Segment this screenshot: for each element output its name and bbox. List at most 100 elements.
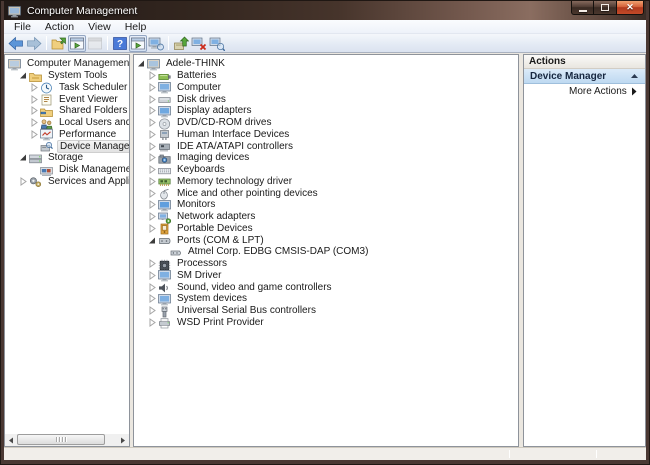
console-tree-item[interactable]: Services and Applications: [5, 176, 129, 188]
device-tree-item[interactable]: Human Interface Devices: [134, 129, 518, 141]
tree-item-label: Processors: [175, 258, 229, 269]
scroll-left-button[interactable]: [5, 434, 17, 446]
expand-arrow-icon[interactable]: [148, 71, 157, 80]
device-tree-item[interactable]: DVD/CD-ROM drives: [134, 117, 518, 129]
console-tree-item[interactable]: Performance: [5, 129, 129, 141]
export-list-button[interactable]: [50, 35, 68, 52]
console-tree-item[interactable]: System Tools: [5, 70, 129, 82]
expand-arrow-icon[interactable]: [30, 106, 39, 115]
title-bar[interactable]: Computer Management ✕: [4, 1, 646, 20]
horizontal-scrollbar[interactable]: [5, 434, 129, 446]
device-tree-item[interactable]: IDE ATA/ATAPI controllers: [134, 140, 518, 152]
console-button[interactable]: [147, 35, 165, 52]
device-tree-item[interactable]: Mice and other pointing devices: [134, 187, 518, 199]
expand-arrow-icon[interactable]: [148, 165, 157, 174]
device-tree-item[interactable]: Ports (COM & LPT): [134, 234, 518, 246]
expand-arrow-icon[interactable]: [148, 189, 157, 198]
actions-section-device-manager[interactable]: Device Manager: [524, 69, 645, 84]
expand-arrow-icon[interactable]: [148, 318, 157, 327]
device-tree-item[interactable]: Disk drives: [134, 93, 518, 105]
expand-arrow-icon[interactable]: [148, 212, 157, 221]
uninstall-button[interactable]: [190, 35, 208, 52]
menu-view[interactable]: View: [81, 20, 118, 34]
device-tree-item[interactable]: Portable Devices: [134, 223, 518, 235]
scrollbar-track[interactable]: [17, 434, 117, 446]
console-tree-item[interactable]: Local Users and Groups: [5, 117, 129, 129]
device-tree-item[interactable]: Keyboards: [134, 164, 518, 176]
local-users-icon: [40, 117, 54, 129]
menu-action[interactable]: Action: [38, 20, 81, 34]
device-tree-item[interactable]: WSD Print Provider: [134, 317, 518, 329]
device-tree-item[interactable]: Processors: [134, 258, 518, 270]
scan-for-hardware-changes-button[interactable]: [208, 35, 226, 52]
expand-arrow-icon[interactable]: [30, 130, 39, 139]
console-tree-item[interactable]: Disk Management: [5, 164, 129, 176]
console-tree-item[interactable]: Storage: [5, 152, 129, 164]
console-tree-item[interactable]: Device Manager: [5, 140, 129, 152]
expand-arrow-icon[interactable]: [148, 271, 157, 280]
collapse-arrow-icon[interactable]: [19, 71, 28, 80]
device-tree-item[interactable]: Memory technology driver: [134, 176, 518, 188]
device-tree-item[interactable]: System devices: [134, 293, 518, 305]
device-tree-item[interactable]: Network adapters: [134, 211, 518, 223]
back-button[interactable]: [7, 35, 25, 52]
computer-small-icon: [158, 269, 172, 281]
expand-arrow-icon[interactable]: [148, 177, 157, 186]
show-console-tree-button[interactable]: [68, 35, 86, 52]
device-tree-item[interactable]: SM Driver: [134, 270, 518, 282]
console-tree-item[interactable]: Event Viewer: [5, 93, 129, 105]
scroll-right-button[interactable]: [117, 434, 129, 446]
expand-arrow-icon[interactable]: [148, 83, 157, 92]
device-tree-item[interactable]: Monitors: [134, 199, 518, 211]
device-tree-item[interactable]: Atmel Corp. EDBG CMSIS-DAP (COM3): [134, 246, 518, 258]
expand-arrow-icon[interactable]: [148, 130, 157, 139]
expand-arrow-icon[interactable]: [19, 177, 28, 186]
console-tree-item[interactable]: Computer Management (Local: [5, 58, 129, 70]
expand-arrow-icon[interactable]: [148, 118, 157, 127]
expand-arrow-icon[interactable]: [148, 106, 157, 115]
device-tree-item[interactable]: Imaging devices: [134, 152, 518, 164]
collapse-arrow-icon[interactable]: [148, 236, 157, 245]
expand-arrow-icon[interactable]: [148, 259, 157, 268]
device-tree-item[interactable]: Display adapters: [134, 105, 518, 117]
event-viewer-icon: [40, 93, 54, 105]
update-driver-software-button[interactable]: [172, 35, 190, 52]
tree-item-label: WSD Print Provider: [175, 317, 266, 328]
console-tree-item[interactable]: Shared Folders: [5, 105, 129, 117]
help-button[interactable]: ?: [111, 35, 129, 52]
device-tree-item[interactable]: Universal Serial Bus controllers: [134, 305, 518, 317]
menu-help[interactable]: Help: [118, 20, 154, 34]
expand-arrow-icon[interactable]: [148, 224, 157, 233]
tree-item-label: Storage: [46, 152, 85, 163]
device-tree-item[interactable]: Sound, video and game controllers: [134, 281, 518, 293]
device-tree-item[interactable]: Batteries: [134, 70, 518, 82]
collapse-arrow-icon[interactable]: [137, 59, 146, 68]
expand-arrow-icon[interactable]: [148, 294, 157, 303]
forward-button[interactable]: [25, 35, 43, 52]
properties-button[interactable]: [86, 35, 104, 52]
collapse-arrow-icon[interactable]: [19, 153, 28, 162]
more-actions-item[interactable]: More Actions: [524, 84, 645, 99]
expand-arrow-icon[interactable]: [148, 153, 157, 162]
expand-arrow-icon[interactable]: [148, 306, 157, 315]
expand-arrow-icon[interactable]: [30, 95, 39, 104]
expand-arrow-icon[interactable]: [148, 200, 157, 209]
expand-arrow-icon[interactable]: [30, 83, 39, 92]
device-tree-item[interactable]: Computer: [134, 82, 518, 94]
expand-arrow-icon[interactable]: [30, 118, 39, 127]
chevron-up-icon[interactable]: [630, 73, 639, 79]
expand-arrow-icon[interactable]: [148, 95, 157, 104]
expand-arrow-icon[interactable]: [148, 142, 157, 151]
tree-item-label: Human Interface Devices: [175, 129, 291, 140]
menu-file[interactable]: File: [7, 20, 38, 34]
expand-arrow-icon[interactable]: [148, 283, 157, 292]
console-tree-item[interactable]: Task Scheduler: [5, 82, 129, 94]
close-button[interactable]: ✕: [617, 1, 644, 15]
dvd-drive-icon: [158, 117, 172, 129]
minimize-button[interactable]: [571, 1, 594, 15]
show-action-pane-button[interactable]: [129, 35, 147, 52]
device-tree-item[interactable]: Adele-THINK: [134, 58, 518, 70]
maximize-button[interactable]: [594, 1, 617, 15]
scan-hardware-icon: [209, 36, 225, 51]
scrollbar-thumb[interactable]: [17, 434, 105, 445]
